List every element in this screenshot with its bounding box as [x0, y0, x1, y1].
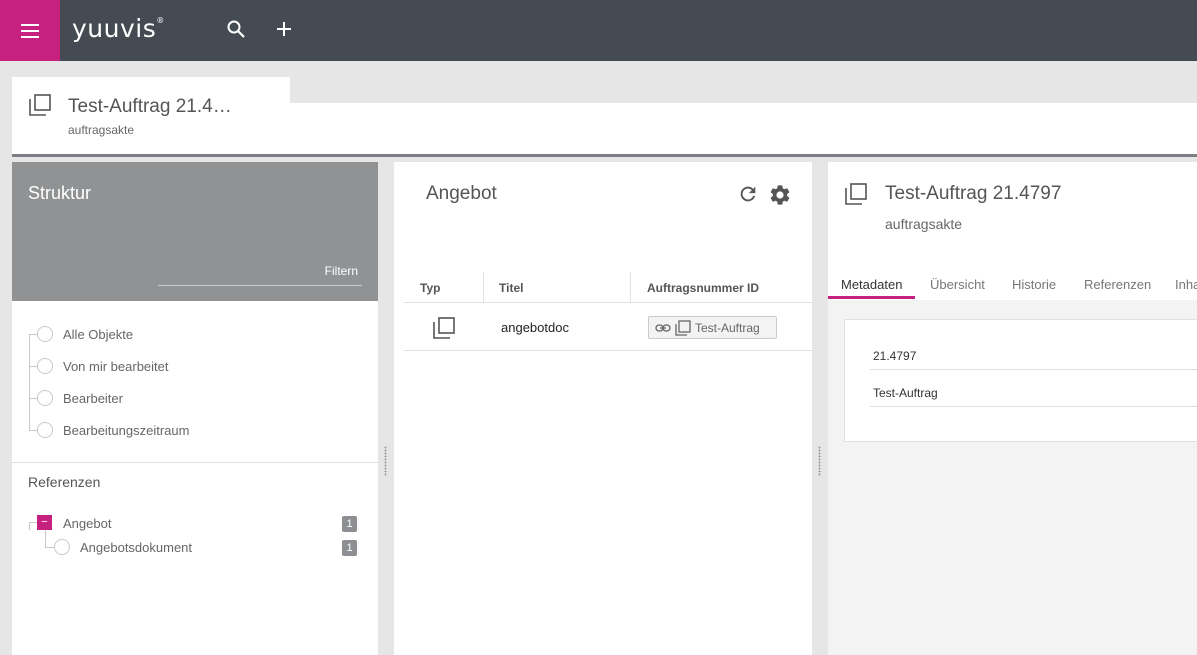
count-badge: 1 [342, 540, 357, 556]
reference-item-label[interactable]: Angebot [63, 516, 111, 531]
reference-chip-label: Test-Auftrag [695, 320, 760, 335]
logo-mark: ® [156, 16, 165, 25]
search-icon [227, 20, 245, 38]
details-subtitle: auftragsakte [885, 216, 963, 232]
details-panel: Test-Auftrag 21.4797 auftragsakte Metada… [828, 162, 1197, 655]
structure-item-label[interactable]: Bearbeitungszeitraum [63, 423, 189, 438]
structure-item-label[interactable]: Bearbeiter [63, 391, 123, 406]
structure-item-von-mir-bearbeitet[interactable] [37, 358, 53, 374]
object-tab-subtitle: auftragsakte [68, 123, 135, 137]
column-separator [483, 272, 484, 302]
column-header-auftragsnummer[interactable]: Auftragsnummer ID [647, 281, 759, 295]
document-stack-icon [675, 319, 691, 336]
document-stack-icon [845, 183, 867, 205]
results-panel: Angebot Typ Titel Auftragsnummer ID ange… [394, 162, 812, 655]
structure-header: Struktur Filtern [12, 162, 378, 301]
app-logo[interactable]: yuuvis® [72, 14, 165, 43]
tab-historie[interactable]: Historie [1012, 277, 1056, 292]
structure-title: Struktur [28, 183, 92, 203]
reference-item-angebotsdokument[interactable] [54, 539, 70, 555]
row-divider [404, 350, 812, 351]
references-title: Referenzen [28, 474, 101, 490]
search-button[interactable] [224, 17, 248, 41]
column-header-titel[interactable]: Titel [499, 281, 523, 295]
menu-button[interactable] [0, 0, 60, 61]
link-icon [655, 323, 671, 332]
logo-text: yuuvis [72, 14, 157, 43]
resize-handle[interactable] [384, 446, 387, 476]
structure-item-label[interactable]: Von mir bearbeitet [63, 359, 169, 374]
tree-connector [45, 530, 46, 547]
reference-item-label[interactable]: Angebotsdokument [80, 540, 192, 555]
structure-item-alle-objekte[interactable] [37, 326, 53, 342]
menu-icon [21, 23, 39, 38]
add-icon [277, 22, 291, 36]
tree-connector [29, 334, 30, 430]
structure-panel: Struktur Filtern Alle Objekte Von mir be… [12, 162, 378, 655]
tab-metadaten[interactable]: Metadaten [841, 277, 902, 292]
radio-circle-icon [37, 422, 53, 438]
tab-inhalt[interactable]: Inha [1175, 277, 1197, 292]
metadata-form: 21.4797 Test-Auftrag [844, 319, 1197, 442]
cell-title: angebotdoc [501, 320, 569, 335]
add-button[interactable] [272, 17, 296, 41]
structure-item-label[interactable]: Alle Objekte [63, 327, 133, 342]
collapse-toggle[interactable]: − [37, 515, 52, 530]
resize-handle[interactable] [818, 446, 821, 476]
column-header-typ[interactable]: Typ [420, 281, 440, 295]
radio-circle-icon [37, 358, 53, 374]
document-stack-icon [433, 317, 455, 339]
metadata-field-value[interactable]: 21.4797 [873, 349, 916, 363]
object-tab[interactable]: Test-Auftrag 21.4… auftragsakte [12, 77, 290, 154]
count-badge: 1 [342, 516, 357, 532]
radio-circle-icon [37, 326, 53, 342]
column-separator [630, 272, 631, 302]
tab-referenzen[interactable]: Referenzen [1084, 277, 1151, 292]
field-underline [870, 406, 1197, 407]
results-title: Angebot [426, 183, 497, 204]
radio-circle-icon [37, 390, 53, 406]
gear-icon[interactable] [768, 183, 792, 207]
filter-input[interactable]: Filtern [158, 261, 362, 286]
tree-connector [29, 522, 30, 530]
header-divider [404, 302, 812, 303]
reference-chip[interactable]: Test-Auftrag [648, 316, 777, 339]
tab-divider [12, 154, 1197, 157]
active-tab-indicator [828, 296, 915, 299]
section-divider [12, 462, 378, 463]
structure-item-bearbeitungszeitraum[interactable] [37, 422, 53, 438]
details-title: Test-Auftrag 21.4797 [885, 183, 1062, 204]
tab-uebersicht[interactable]: Übersicht [930, 277, 985, 292]
document-stack-icon [29, 94, 51, 116]
details-header: Test-Auftrag 21.4797 auftragsakte Metada… [828, 162, 1197, 300]
field-underline [870, 369, 1197, 370]
object-tab-title: Test-Auftrag 21.4… [68, 96, 232, 117]
radio-circle-icon [54, 539, 70, 555]
top-bar: yuuvis® [0, 0, 1197, 61]
metadata-field-value[interactable]: Test-Auftrag [873, 386, 938, 400]
structure-item-bearbeiter[interactable] [37, 390, 53, 406]
refresh-icon[interactable] [737, 183, 759, 205]
